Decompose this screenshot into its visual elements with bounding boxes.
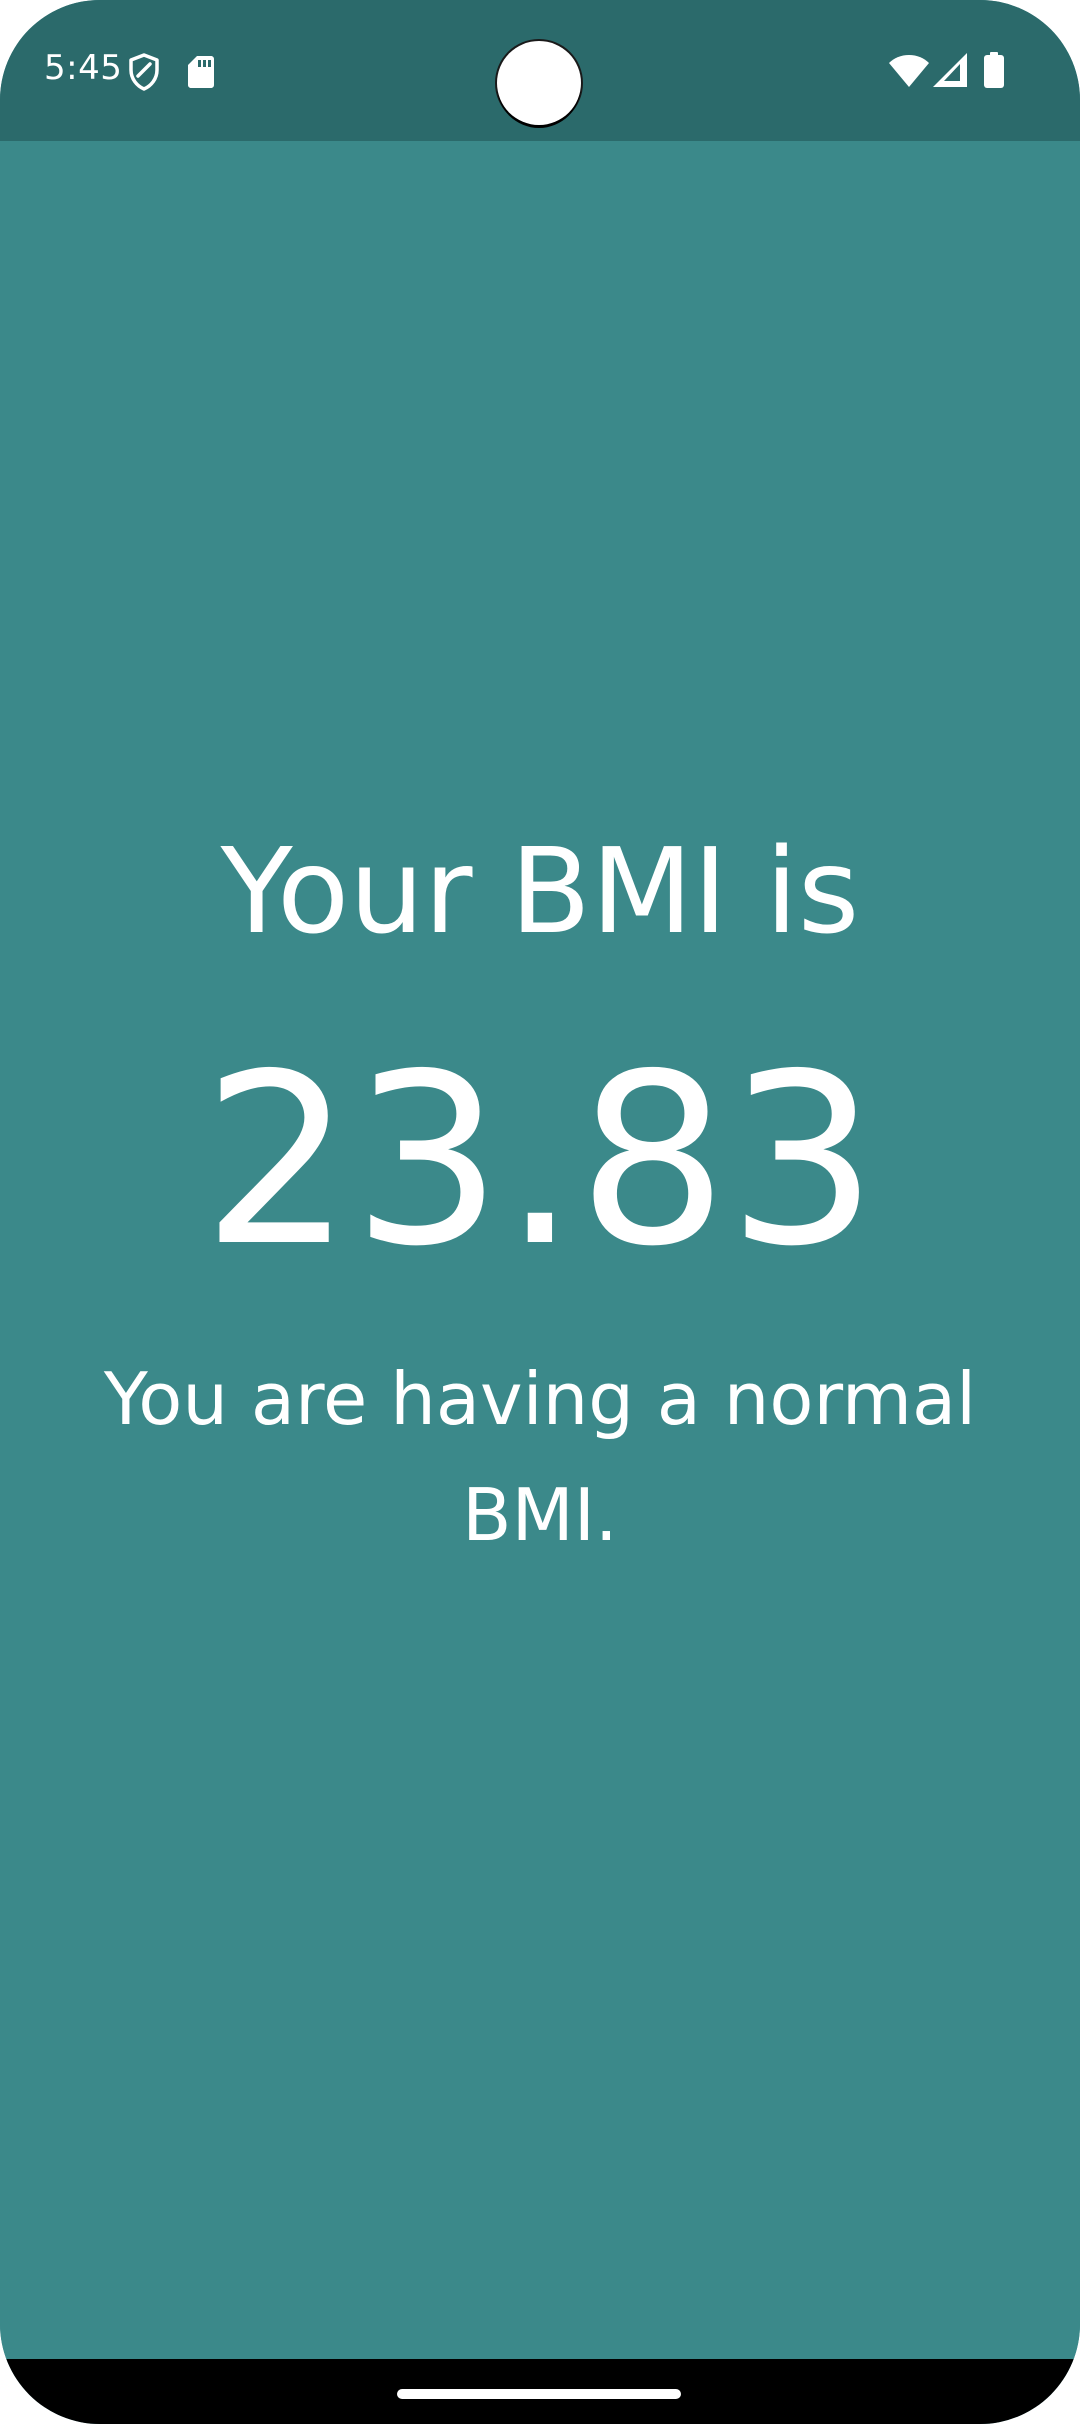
bmi-result-screen: Your BMI is 23.83 You are having a norma…	[0, 141, 1080, 2359]
front-camera	[497, 41, 581, 125]
home-indicator[interactable]	[397, 2389, 681, 2399]
wifi-icon	[889, 55, 929, 87]
status-time: 5:45	[44, 48, 123, 88]
bmi-value: 23.83	[202, 1023, 878, 1298]
bmi-heading: Your BMI is	[220, 822, 860, 960]
cellular-signal-icon	[933, 53, 967, 87]
sd-card-icon	[188, 56, 214, 88]
battery-icon	[984, 52, 1004, 88]
status-bar: 5:45	[0, 0, 1080, 141]
navigation-bar	[0, 2359, 1080, 2424]
shield-icon	[129, 53, 159, 91]
phone-screen: 5:45 Your BMI is 23.83 You are having a …	[0, 0, 1080, 2424]
bmi-message: You are having a normal BMI.	[103, 1357, 977, 1557]
